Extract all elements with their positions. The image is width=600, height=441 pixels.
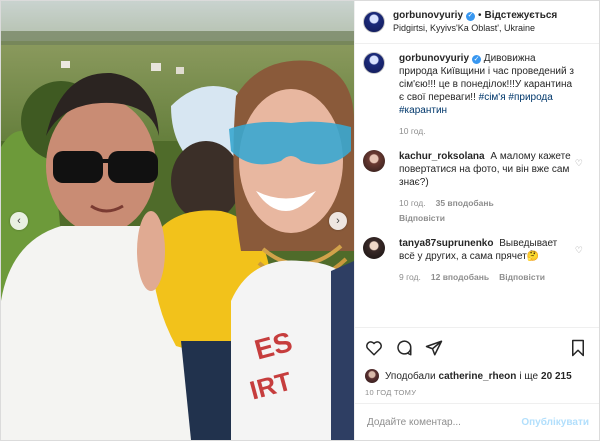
heart-icon[interactable]: ♡ (575, 245, 583, 256)
likes-and: і ще (519, 370, 539, 382)
comment-item: tanya87suprunenko Выведывает всё у други… (363, 237, 591, 284)
hashtag-link[interactable]: #карантин (399, 105, 447, 116)
caption-time[interactable]: 10 год. (399, 125, 426, 138)
owner-username[interactable]: gorbunovyuriy (393, 10, 463, 22)
comment-icon (397, 340, 412, 356)
likes-summary[interactable]: Уподобали catherine_rheon і ще 20 215 (355, 368, 599, 384)
commenter-avatar[interactable] (363, 150, 385, 172)
publish-button[interactable]: Опублікувати (521, 417, 589, 428)
share-icon (425, 340, 443, 356)
post-photo[interactable]: ES IRT ‹ › (1, 1, 354, 440)
comment-input[interactable] (365, 415, 522, 429)
chevron-left-icon: ‹ (17, 215, 21, 227)
previous-photo-button[interactable]: ‹ (10, 212, 28, 230)
location-link[interactable]: Pidgirtsi, Kyyivs'Ka Oblast', Ukraine (393, 22, 557, 34)
heart-icon[interactable]: ♡ (575, 158, 583, 169)
family-photo-illustration: ES IRT (1, 1, 354, 440)
commenter-avatar[interactable] (363, 237, 385, 259)
save-button[interactable] (569, 339, 587, 357)
heart-icon (366, 341, 382, 356)
reply-button[interactable]: Відповісти (499, 271, 545, 284)
comment-time[interactable]: 9 год. (399, 271, 421, 284)
liker-avatar (365, 369, 379, 383)
comment-item: kachur_roksolana А малому кажете поверта… (363, 150, 591, 225)
comment-username[interactable]: tanya87suprunenko (399, 238, 493, 249)
hashtag-link[interactable]: #сім'я (479, 92, 506, 103)
reply-button[interactable]: Відповісти (399, 212, 445, 225)
chevron-right-icon: › (336, 215, 340, 227)
post-dialog: ES IRT ‹ › gorbunovyuriy ✓ • Відстежуєть… (0, 0, 600, 441)
comment-button[interactable] (395, 339, 413, 357)
following-button[interactable]: Відстежується (485, 10, 558, 22)
next-photo-button[interactable]: › (329, 212, 347, 230)
verified-icon: ✓ (472, 55, 482, 64)
post-header: gorbunovyuriy ✓ • Відстежується Pidgirts… (355, 1, 599, 44)
bookmark-icon (572, 339, 584, 357)
share-button[interactable] (425, 339, 443, 357)
caption: gorbunovyuriy ✓ Дивовижна природа Київщин… (363, 52, 591, 138)
hashtag-link[interactable]: #природа (508, 92, 552, 103)
posted-time[interactable]: 10 ГОД ТОМУ (355, 384, 599, 403)
liker-username[interactable]: catherine_rheon (439, 371, 517, 382)
separator-dot: • (478, 10, 482, 21)
caption-username[interactable]: gorbunovyuriy (399, 53, 469, 64)
comment-time[interactable]: 10 год. (399, 197, 426, 210)
comment-username[interactable]: kachur_roksolana (399, 151, 485, 162)
verified-icon: ✓ (466, 11, 476, 21)
caption-avatar[interactable] (363, 52, 385, 74)
likes-count[interactable]: 20 215 (541, 371, 572, 382)
owner-avatar[interactable] (363, 11, 385, 33)
comment-likes[interactable]: 35 вподобань (436, 197, 494, 210)
action-bar (355, 327, 599, 368)
comments-list[interactable]: gorbunovyuriy ✓ Дивовижна природа Київщин… (355, 44, 599, 327)
like-button[interactable] (365, 339, 383, 357)
likes-prefix: Уподобали (385, 370, 436, 382)
post-sidebar: gorbunovyuriy ✓ • Відстежується Pidgirts… (354, 1, 599, 440)
add-comment-bar: Опублікувати (355, 403, 599, 440)
comment-likes[interactable]: 12 вподобань (431, 271, 489, 284)
